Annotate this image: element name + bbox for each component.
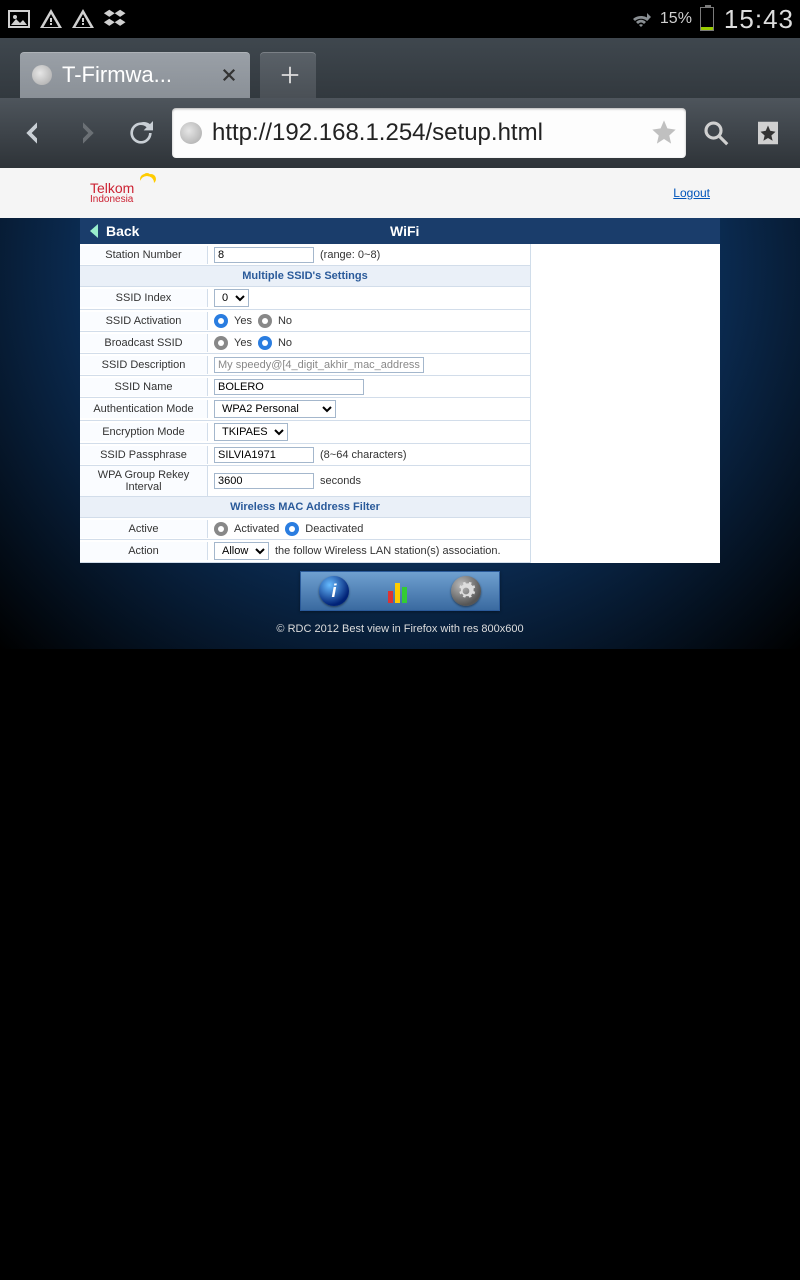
side-panel	[530, 244, 720, 563]
rekey-input[interactable]	[214, 473, 314, 489]
copyright-text: © RDC 2012 Best view in Firefox with res…	[0, 619, 800, 639]
row-ssid-name: SSID Name	[80, 376, 530, 398]
active-activated-radio[interactable]	[214, 522, 228, 536]
station-number-input[interactable]	[214, 247, 314, 263]
telkom-logo: TelkomIndonesia	[90, 181, 134, 205]
chevron-left-icon	[90, 224, 100, 238]
action-select[interactable]: Allow	[214, 542, 269, 560]
passphrase-hint: (8~64 characters)	[320, 449, 407, 461]
row-ssid-index: SSID Index 0	[80, 287, 530, 310]
bookmark-star-icon[interactable]	[650, 118, 678, 149]
dropbox-icon	[102, 6, 128, 32]
reload-button[interactable]	[118, 110, 164, 156]
browser-toolbar	[0, 98, 800, 168]
broadcast-no-radio[interactable]	[258, 336, 272, 350]
globe-icon	[180, 122, 202, 144]
row-action: Action Allow the follow Wireless LAN sta…	[80, 540, 530, 563]
picture-icon	[6, 6, 32, 32]
ssid-index-select[interactable]: 0	[214, 289, 249, 307]
back-label: Back	[106, 223, 139, 239]
url-input[interactable]	[212, 119, 650, 147]
page-viewport: TelkomIndonesia Logout Back WiFi Station…	[0, 168, 800, 649]
auth-mode-select[interactable]: WPA2 Personal	[214, 400, 336, 418]
back-button[interactable]	[10, 110, 56, 156]
rekey-unit: seconds	[320, 475, 361, 487]
logout-link[interactable]: Logout	[673, 186, 710, 200]
stats-icon[interactable]	[385, 576, 415, 606]
forward-button[interactable]	[64, 110, 110, 156]
footer-toolbar: i	[300, 571, 500, 611]
close-tab-button[interactable]	[216, 62, 242, 88]
bookmarks-icon[interactable]	[746, 111, 790, 155]
encryption-mode-select[interactable]: TKIPAES	[214, 423, 288, 441]
wifi-icon	[628, 6, 654, 32]
warning-icon	[70, 6, 96, 32]
ssid-activation-no-radio[interactable]	[258, 314, 272, 328]
site-header: TelkomIndonesia Logout	[0, 168, 800, 218]
broadcast-yes-radio[interactable]	[214, 336, 228, 350]
globe-icon	[32, 65, 52, 85]
page-title-bar: Back WiFi	[80, 218, 720, 244]
android-status-bar: 15% 15:43	[0, 0, 800, 38]
row-encryption-mode: Encryption Mode TKIPAES	[80, 421, 530, 444]
page-title: WiFi	[139, 223, 670, 239]
new-tab-button[interactable]	[260, 52, 316, 98]
battery-icon	[700, 7, 714, 31]
tab-strip: T-Firmwa...	[0, 38, 800, 98]
ssid-name-input[interactable]	[214, 379, 364, 395]
row-ssid-description: SSID Description	[80, 354, 530, 376]
row-rekey-interval: WPA Group Rekey Interval seconds	[80, 466, 530, 497]
action-hint: the follow Wireless LAN station(s) assoc…	[275, 545, 501, 557]
active-deactivated-radio[interactable]	[285, 522, 299, 536]
section-mac-filter: Wireless MAC Address Filter	[80, 497, 530, 518]
battery-percentage: 15%	[660, 10, 692, 28]
status-clock: 15:43	[724, 4, 794, 35]
browser-chrome: T-Firmwa...	[0, 38, 800, 168]
row-active: Active Activated Deactivated	[80, 518, 530, 540]
ssid-description-input[interactable]	[214, 357, 424, 373]
brand-subtext: Indonesia	[90, 195, 134, 205]
station-number-hint: (range: 0~8)	[320, 249, 380, 261]
content-panel: Station Number (range: 0~8) Multiple SSI…	[80, 244, 720, 563]
passphrase-input[interactable]	[214, 447, 314, 463]
section-multiple-ssid: Multiple SSID's Settings	[80, 266, 530, 287]
row-passphrase: SSID Passphrase (8~64 characters)	[80, 444, 530, 466]
ssid-activation-yes-radio[interactable]	[214, 314, 228, 328]
browser-tab[interactable]: T-Firmwa...	[20, 52, 250, 98]
row-ssid-activation: SSID Activation Yes No	[80, 310, 530, 332]
search-icon[interactable]	[694, 111, 738, 155]
row-auth-mode: Authentication Mode WPA2 Personal	[80, 398, 530, 421]
row-station-number: Station Number (range: 0~8)	[80, 244, 530, 266]
url-bar[interactable]	[172, 108, 686, 158]
form-area: Station Number (range: 0~8) Multiple SSI…	[80, 244, 530, 563]
info-icon[interactable]: i	[319, 576, 349, 606]
settings-icon[interactable]	[451, 576, 481, 606]
back-nav-button[interactable]: Back	[90, 223, 139, 239]
warning-icon	[38, 6, 64, 32]
tab-title: T-Firmwa...	[62, 62, 210, 88]
row-broadcast-ssid: Broadcast SSID Yes No	[80, 332, 530, 354]
